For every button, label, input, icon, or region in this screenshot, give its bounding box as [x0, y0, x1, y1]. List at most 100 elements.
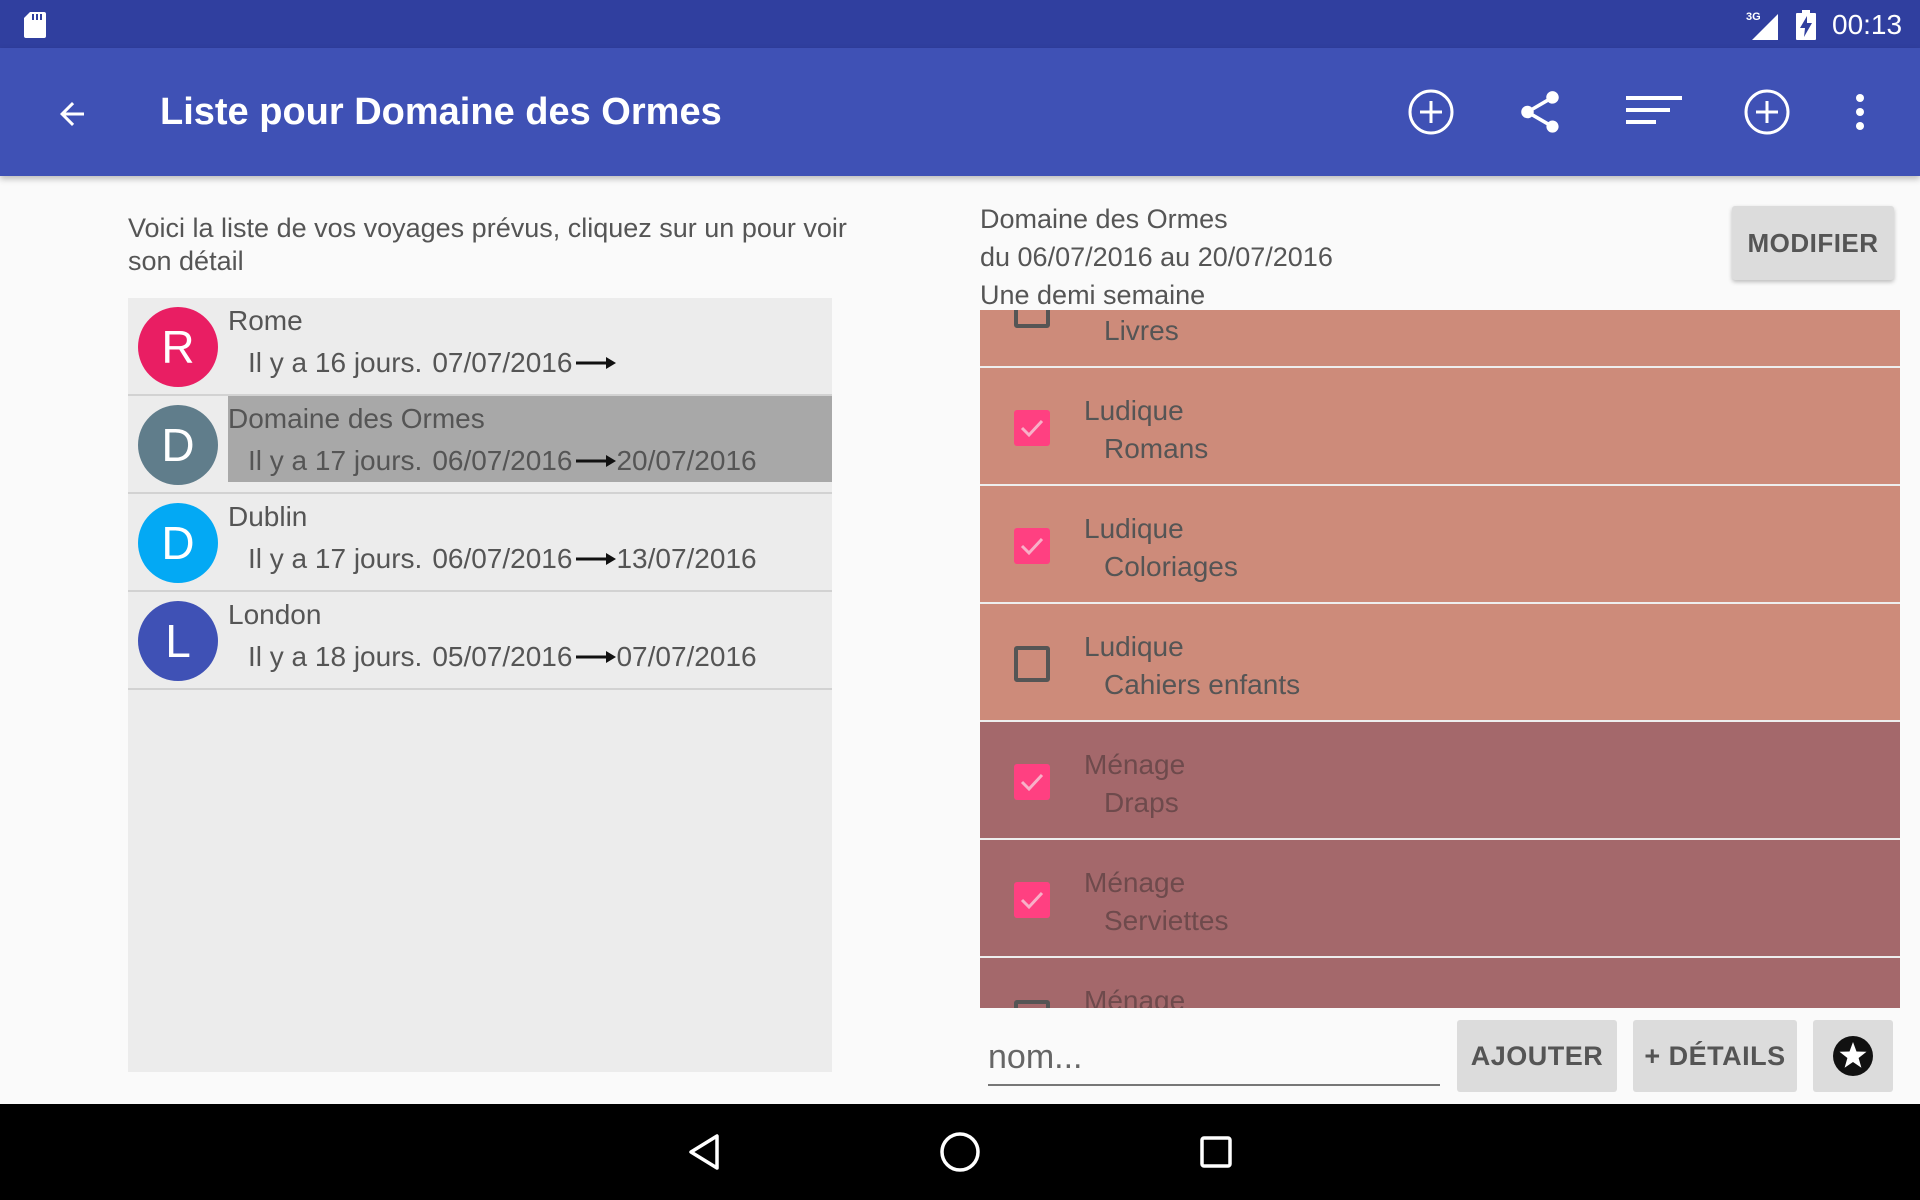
- list-item[interactable]: Livres: [980, 310, 1900, 368]
- item-checkbox[interactable]: [1014, 410, 1050, 446]
- days-ago: Il y a 17 jours.: [248, 445, 423, 476]
- trip-name: London: [228, 599, 322, 630]
- nav-recents-button[interactable]: [1192, 1128, 1240, 1176]
- item-name: Coloriages: [1104, 551, 1238, 582]
- status-bar: 3G 00:13: [0, 0, 1920, 48]
- trip-summary: Domaine des Ormes du 06/07/2016 au 20/07…: [980, 200, 1333, 314]
- trip-name: Dublin: [228, 501, 308, 532]
- avatar: D: [138, 503, 218, 583]
- packing-list[interactable]: Livres Ludique Romans Ludique Coloriages Ludi…: [980, 310, 1900, 1008]
- check-icon: [1020, 537, 1044, 556]
- check-icon: [1020, 891, 1044, 910]
- trip-name: Domaine des Ormes: [228, 403, 485, 434]
- trip-row[interactable]: L London Il y a 18 jours. 05/07/2016 07/07/2…: [128, 592, 832, 690]
- start-date: 06/07/2016: [432, 543, 573, 574]
- end-date: 13/07/2016: [616, 543, 757, 574]
- sort-button[interactable]: [1624, 82, 1684, 142]
- details-button[interactable]: + DÉTAILS: [1633, 1020, 1797, 1092]
- item-name-input[interactable]: [988, 1030, 1440, 1086]
- item-checkbox[interactable]: [1014, 882, 1050, 918]
- page-title: Liste pour Domaine des Ormes: [160, 91, 722, 133]
- nav-home-button[interactable]: [936, 1128, 984, 1176]
- trip-dates: Il y a 17 jours. 06/07/2016 20/07/2016: [248, 444, 757, 478]
- arrow-right-icon: [576, 651, 617, 663]
- item-name: Romans: [1104, 433, 1209, 464]
- list-item[interactable]: Ludique Coloriages: [980, 486, 1900, 604]
- item-name: Cahiers enfants: [1104, 669, 1301, 700]
- trip-row[interactable]: R Rome Il y a 16 jours. 07/07/2016: [128, 298, 832, 396]
- end-date: 20/07/2016: [616, 445, 757, 476]
- arrow-right-icon: [576, 455, 617, 467]
- item-name: Draps: [1104, 787, 1179, 818]
- item-checkbox[interactable]: [1014, 764, 1050, 800]
- item-checkbox[interactable]: [1014, 310, 1050, 328]
- trip-row[interactable]: D Dublin Il y a 17 jours. 06/07/2016 13/07/2…: [128, 494, 832, 592]
- trip-duration: Une demi semaine: [980, 280, 1206, 310]
- days-ago: Il y a 16 jours.: [248, 347, 423, 378]
- avatar: R: [138, 307, 218, 387]
- add-circle-icon: [1744, 89, 1790, 135]
- avatar: D: [138, 405, 218, 485]
- days-ago: Il y a 17 jours.: [248, 543, 423, 574]
- sd-card-icon: [24, 12, 46, 38]
- back-button[interactable]: [46, 88, 98, 140]
- battery-charging-icon: [1796, 10, 1816, 40]
- item-category: Ludique: [1084, 395, 1184, 426]
- list-item[interactable]: MénageGel douche: [980, 958, 1900, 1008]
- trip-name: Rome: [228, 305, 303, 336]
- item-category: Ludique: [1084, 513, 1184, 544]
- back-triangle-icon: [689, 1134, 719, 1170]
- end-date: 07/07/2016: [616, 641, 757, 672]
- item-category: Ménage: [1084, 867, 1186, 898]
- add-trip-button[interactable]: [1401, 82, 1461, 142]
- item-checkbox[interactable]: [1014, 1000, 1050, 1008]
- home-circle-icon: [940, 1132, 980, 1172]
- start-date: 05/07/2016: [432, 641, 573, 672]
- overflow-menu-button[interactable]: [1830, 82, 1890, 142]
- app-bar: Liste pour Domaine des Ormes: [0, 48, 1920, 176]
- recents-square-icon: [1200, 1136, 1232, 1168]
- days-ago: Il y a 18 jours.: [248, 641, 423, 672]
- item-category: Ludique: [1084, 631, 1184, 662]
- item-name: Livres: [1104, 315, 1179, 346]
- trip-name: Domaine des Ormes: [980, 204, 1228, 234]
- trip-row-body: Rome Il y a 16 jours. 07/07/2016: [228, 298, 832, 396]
- sort-icon: [1626, 96, 1682, 124]
- start-date: 07/07/2016: [432, 347, 573, 378]
- trip-row[interactable]: D Domaine des Ormes Il y a 17 jours. 06/07/…: [128, 396, 832, 494]
- trip-dates: Il y a 18 jours. 05/07/2016 07/07/2016: [248, 640, 757, 674]
- list-item[interactable]: Ludique Romans: [980, 368, 1900, 486]
- svg-text:3G: 3G: [1746, 11, 1761, 23]
- share-button[interactable]: [1510, 82, 1570, 142]
- item-checkbox[interactable]: [1014, 646, 1050, 682]
- navigation-bar: [0, 1104, 1920, 1200]
- arrow-right-icon: [576, 357, 617, 369]
- favorite-button[interactable]: [1813, 1020, 1893, 1092]
- item-category: Ménage: [1084, 985, 1186, 1008]
- item-checkbox[interactable]: [1014, 528, 1050, 564]
- item-category: Ménage: [1084, 749, 1186, 780]
- trip-row-body: Dublin Il y a 17 jours. 06/07/2016 13/07/20…: [228, 494, 832, 592]
- add-circle-icon: [1408, 89, 1454, 135]
- share-icon: [1521, 91, 1559, 133]
- item-name: Serviettes: [1104, 905, 1229, 936]
- add-item-button[interactable]: [1737, 82, 1797, 142]
- avatar: L: [138, 601, 218, 681]
- trip-dates: Il y a 17 jours. 06/07/2016 13/07/2016: [248, 542, 757, 576]
- signal-icon: 3G: [1746, 11, 1778, 40]
- trip-list: R Rome Il y a 16 jours. 07/07/2016 D Domaine …: [128, 298, 832, 1072]
- clock: 00:13: [1832, 9, 1903, 40]
- more-vert-icon: [1856, 94, 1864, 130]
- check-icon: [1020, 773, 1044, 792]
- start-date: 06/07/2016: [432, 445, 573, 476]
- list-item[interactable]: Ménage Draps: [980, 722, 1900, 840]
- trip-row-body: Domaine des Ormes Il y a 17 jours. 06/07/2…: [228, 396, 832, 482]
- modify-button[interactable]: MODIFIER: [1732, 206, 1894, 280]
- trip-dates: du 06/07/2016 au 20/07/2016: [980, 242, 1333, 272]
- nav-back-button[interactable]: [680, 1128, 728, 1176]
- star-circle-icon: [1833, 1036, 1873, 1076]
- add-button[interactable]: AJOUTER: [1457, 1020, 1617, 1092]
- trip-row-body: London Il y a 18 jours. 05/07/2016 07/07/20…: [228, 592, 832, 690]
- list-item[interactable]: Ludique Cahiers enfants: [980, 604, 1900, 722]
- list-item[interactable]: Ménage Serviettes: [980, 840, 1900, 958]
